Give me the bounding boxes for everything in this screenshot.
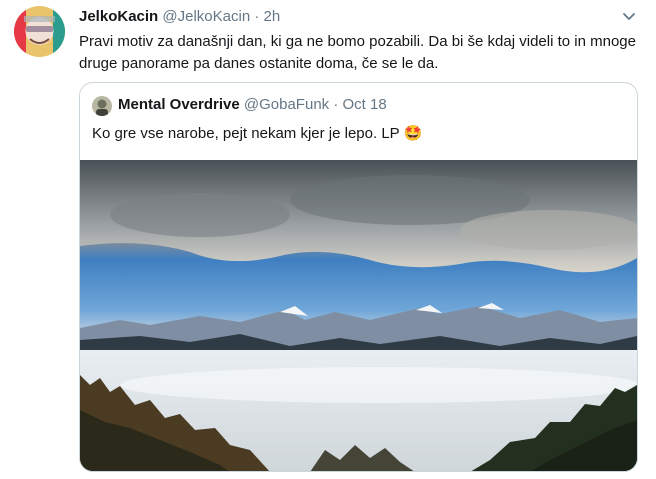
- author-handle[interactable]: @JelkoKacin: [162, 8, 250, 25]
- avatar-illustration: [14, 6, 65, 57]
- header-separator: ·: [254, 8, 260, 25]
- quoted-author-avatar: [92, 96, 112, 116]
- tweet[interactable]: JelkoKacin @JelkoKacin · 2h Pravi motiv …: [0, 0, 656, 479]
- quoted-header-separator: ·: [333, 96, 339, 113]
- tweet-text: Pravi motiv za današnji dan, ki ga ne bo…: [79, 33, 636, 72]
- quoted-handle: @GobaFunk: [243, 96, 330, 113]
- quoted-timestamp: Oct 18: [342, 96, 387, 113]
- quoted-tweet-photo[interactable]: [80, 160, 637, 471]
- author-avatar[interactable]: [14, 6, 65, 57]
- quoted-tweet[interactable]: Mental Overdrive @GobaFunk · Oct 18 Ko g…: [79, 82, 638, 472]
- tweet-timestamp[interactable]: 2h: [264, 8, 281, 25]
- quoted-tweet-body: Ko gre vse narobe, pejt nekam kjer je le…: [92, 125, 400, 142]
- chevron-down-icon[interactable]: [622, 9, 636, 23]
- landscape-photo: [80, 160, 637, 471]
- star-struck-emoji: 🤩: [403, 125, 423, 142]
- quoted-tweet-text: Ko gre vse narobe, pejt nekam kjer je le…: [92, 123, 422, 145]
- author-display-name[interactable]: JelkoKacin: [79, 8, 158, 25]
- quoted-display-name: Mental Overdrive: [118, 96, 240, 113]
- tweet-header: JelkoKacin @JelkoKacin · 2h: [79, 7, 280, 27]
- quoted-tweet-header: Mental Overdrive @GobaFunk · Oct 18: [118, 95, 387, 115]
